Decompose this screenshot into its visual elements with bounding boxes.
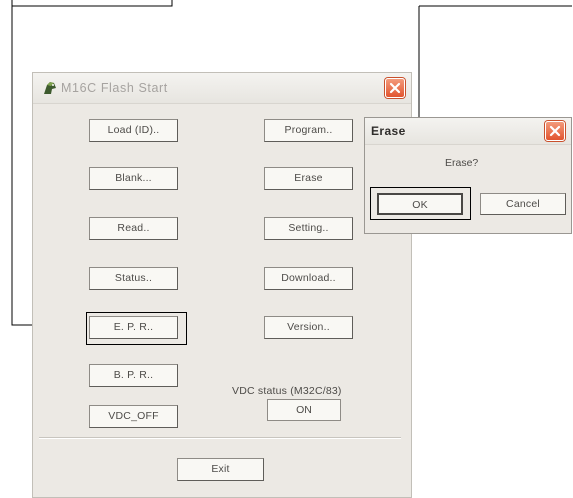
cancel-button[interactable]: Cancel [480, 193, 566, 215]
setting-button[interactable]: Setting.. [264, 217, 353, 240]
erase-dialog-title: Erase [371, 124, 406, 138]
load-button[interactable]: Load (ID).. [89, 119, 178, 142]
bpr-button[interactable]: B. P. R.. [89, 364, 178, 387]
exit-button[interactable]: Exit [177, 458, 264, 481]
vdc-status-label: VDC status (M32C/83) [232, 385, 342, 397]
erase-dialog: Erase Erase? OK Cancel [364, 117, 572, 234]
blank-button[interactable]: Blank... [89, 167, 178, 190]
window-title: M16C Flash Start [61, 81, 168, 95]
ok-button[interactable]: OK [377, 193, 463, 215]
download-button[interactable]: Download.. [264, 267, 353, 290]
erase-button[interactable]: Erase [264, 167, 353, 190]
close-icon [389, 82, 401, 94]
close-icon [549, 125, 561, 137]
close-button[interactable] [385, 78, 405, 98]
read-button[interactable]: Read.. [89, 217, 178, 240]
version-button[interactable]: Version.. [264, 316, 353, 339]
erase-dialog-titlebar: Erase [365, 118, 571, 145]
status-button[interactable]: Status.. [89, 267, 178, 290]
erase-dialog-close-button[interactable] [545, 121, 565, 141]
separator-line [39, 437, 401, 439]
app-icon [41, 80, 59, 96]
vdc-status-value: ON [267, 399, 341, 421]
vdc-off-button[interactable]: VDC_OFF [89, 405, 178, 428]
erase-dialog-message: Erase? [445, 157, 479, 169]
program-button[interactable]: Program.. [264, 119, 353, 142]
callout-line-top [11, 0, 173, 7]
main-titlebar: M16C Flash Start [33, 73, 411, 104]
epr-button[interactable]: E. P. R.. [89, 316, 178, 339]
main-window: M16C Flash Start Load (ID).. Blank... Re… [32, 72, 412, 498]
